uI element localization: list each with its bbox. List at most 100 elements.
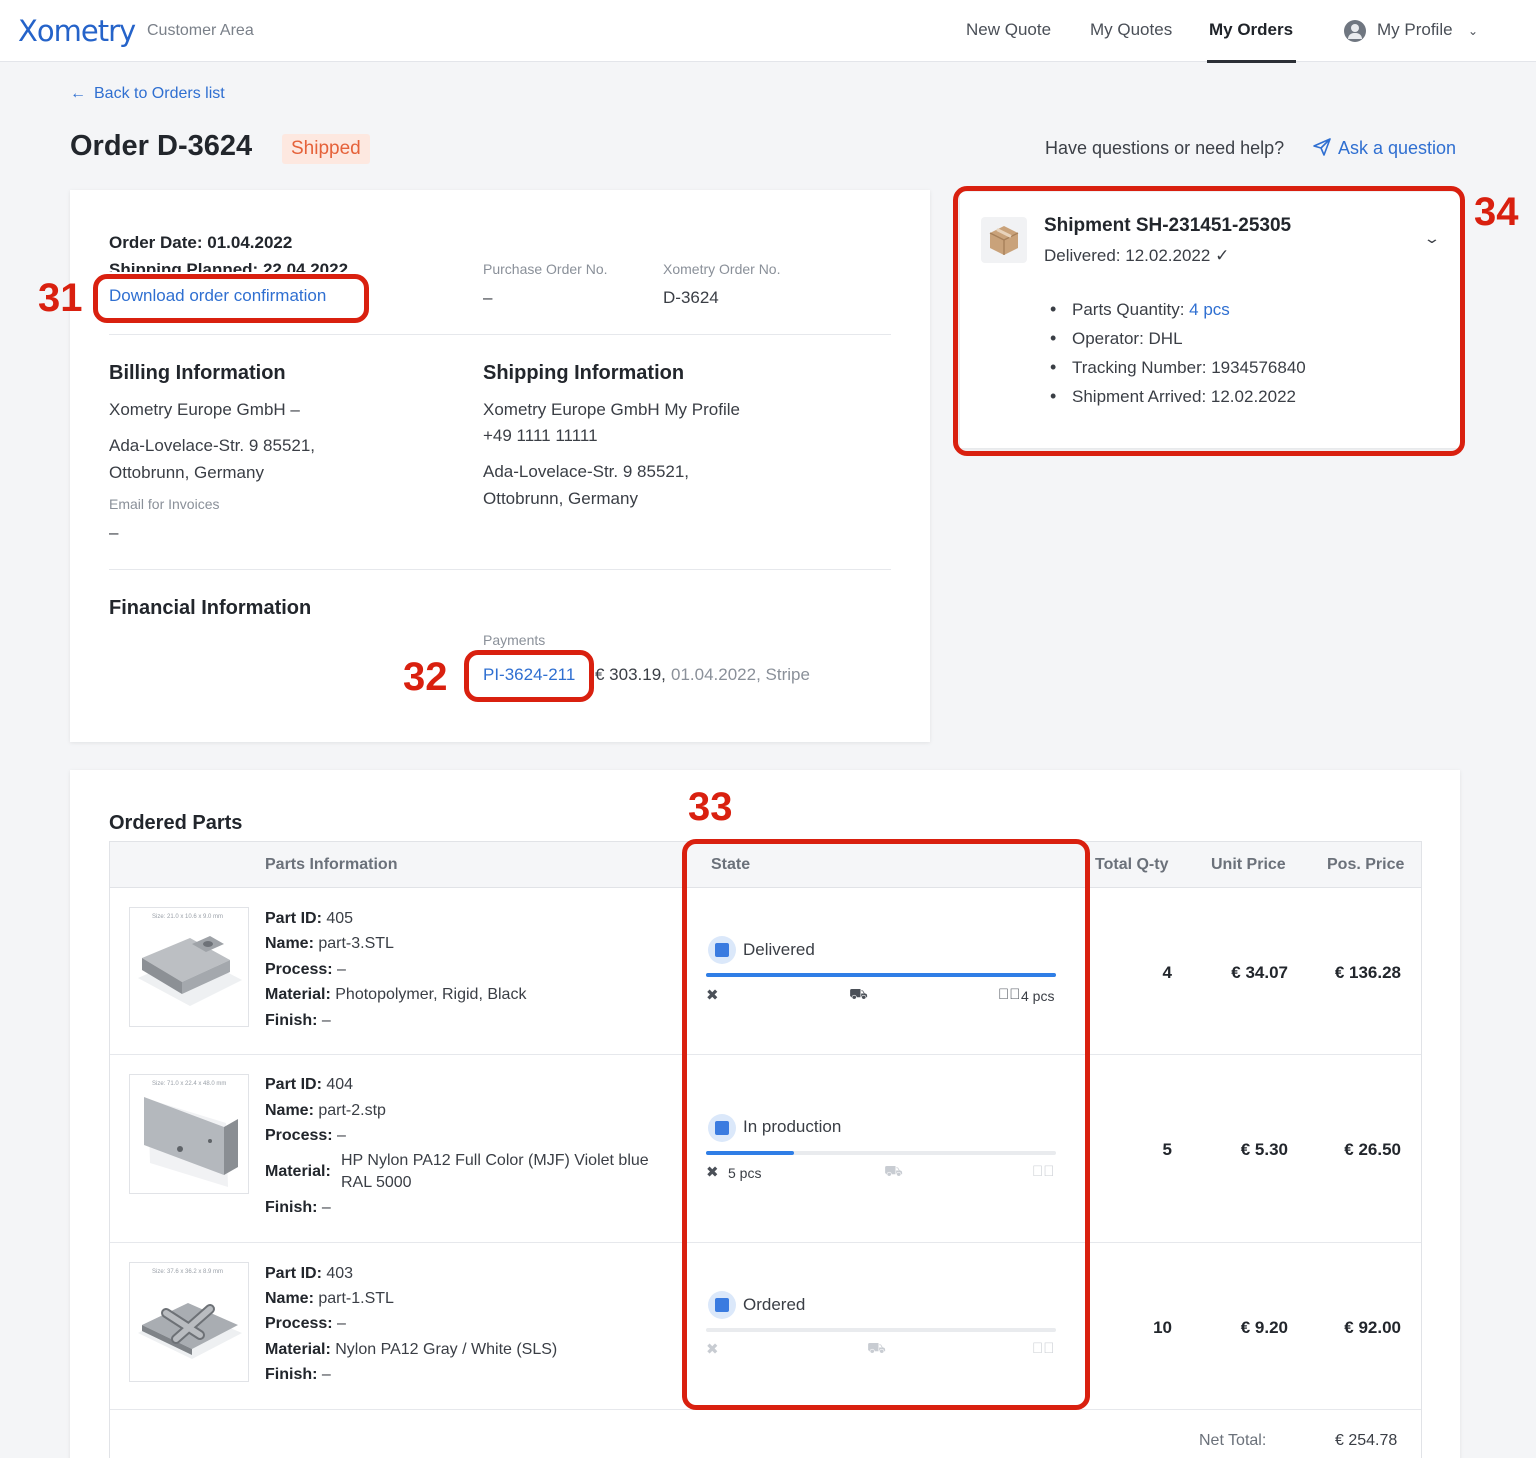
part-id-label: Part ID: (265, 1265, 322, 1282)
xometry-logo[interactable]: Xometry (18, 14, 136, 48)
th-unit-price: Unit Price (1211, 856, 1286, 873)
part-finish-label: Finish: (265, 1366, 318, 1383)
part-name-label: Name: (265, 1102, 314, 1119)
annotation-number-31: 31 (38, 276, 83, 320)
chevron-down-icon[interactable]: ⌄ (1468, 24, 1478, 38)
part-thumbnail[interactable]: Size: 71.0 x 22.4 x 48.0 mm (129, 1074, 249, 1194)
shipping-address-2: Ottobrunn, Germany (483, 489, 638, 508)
shipping-planned: Shipping Planned: 22.04.2022 (109, 260, 349, 272)
annotation-ring-31 (93, 274, 369, 323)
net-total-label: Net Total: (1199, 1432, 1267, 1449)
annotation-number-34: 34 (1474, 190, 1519, 234)
billing-company: Xometry Europe GmbH – (109, 400, 300, 419)
send-icon (1313, 138, 1331, 156)
part-process: Process: – (265, 961, 346, 979)
shipping-title: Shipping Information (483, 362, 685, 384)
annotation-ring-32 (464, 650, 594, 702)
pos-price: € 136.28 (1334, 963, 1401, 982)
part-finish: Finish: – (265, 1366, 331, 1384)
part-finish-value: – (321, 1366, 331, 1383)
unit-price: € 5.30 (1240, 1140, 1288, 1159)
divider (109, 569, 891, 570)
shipping-address-1: Ada-Lovelace-Str. 9 85521, (483, 462, 690, 481)
part-size-label: Size: 37.6 x 36.2 x 8.9 mm (152, 1269, 224, 1275)
part-material-value: Nylon PA12 Gray / White (SLS) (335, 1341, 558, 1358)
status-badge: Shipped (282, 134, 370, 164)
order-date: Order Date: 01.04.2022 (109, 233, 293, 252)
part-id-value: 405 (326, 910, 354, 927)
part-finish: Finish: – (265, 1199, 331, 1217)
annotation-ring-34 (953, 186, 1465, 456)
net-total-value: € 254.78 (1335, 1432, 1398, 1449)
pos-price: € 92.00 (1344, 1318, 1401, 1337)
ask-question-label: Ask a question (1338, 138, 1457, 158)
nav-new-quote[interactable]: New Quote (966, 20, 1051, 40)
part-id-value: 403 (326, 1265, 354, 1282)
part-size-label: Size: 71.0 x 22.4 x 48.0 mm (152, 1081, 227, 1087)
part-name-label: Name: (265, 935, 314, 952)
part-id: Part ID: 403 (265, 1265, 353, 1283)
part-process-value: – (337, 1127, 346, 1144)
back-to-orders-link[interactable]: ← Back to Orders list (70, 85, 225, 103)
part-name: Name: part-3.STL (265, 935, 394, 953)
help-text: Have questions or need help? (1045, 138, 1285, 158)
nav-my-profile[interactable]: My Profile (1377, 20, 1453, 40)
part-material: Material: Nylon PA12 Gray / White (SLS) (265, 1341, 557, 1359)
part-process: Process: – (265, 1127, 346, 1145)
part-thumbnail[interactable]: Size: 37.6 x 36.2 x 8.9 mm (129, 1262, 249, 1382)
annotation-number-33: 33 (688, 785, 733, 829)
email-invoices-value: – (109, 523, 119, 542)
nav-my-quotes[interactable]: My Quotes (1090, 20, 1172, 40)
nav-active-indicator (1207, 60, 1296, 63)
part-name-value: part-2.stp (318, 1102, 386, 1119)
user-avatar-icon[interactable] (1344, 20, 1366, 42)
annotation-number-32: 32 (403, 655, 448, 699)
part-material-label: Material: (265, 1341, 331, 1358)
part-finish-label: Finish: (265, 1012, 318, 1029)
part-process-value: – (337, 961, 346, 978)
payment-details: 01.04.2022, Stripe (671, 665, 810, 684)
part-material-label-text: Material: (265, 1163, 331, 1180)
pos-price: € 26.50 (1344, 1140, 1401, 1159)
part-id-label: Part ID: (265, 1076, 322, 1093)
total-qty: 4 (1162, 963, 1172, 982)
xometry-order-value: D-3624 (663, 288, 719, 307)
part-name: Name: part-1.STL (265, 1290, 394, 1308)
th-total-qty: Total Q-ty (1095, 856, 1169, 873)
part-name-value: part-1.STL (318, 1290, 394, 1307)
shipping-planned-clip: Shipping Planned: 22.04.2022 (109, 258, 369, 272)
part-id-value: 404 (326, 1076, 354, 1093)
part-thumbnail[interactable]: Size: 21.0 x 10.6 x 9.0 mm (129, 907, 249, 1027)
annotation-ring-33 (682, 839, 1090, 1410)
divider (109, 334, 891, 335)
billing-address-1: Ada-Lovelace-Str. 9 85521, (109, 436, 316, 455)
arrow-left-icon: ← (70, 85, 86, 102)
back-link-label: Back to Orders list (94, 85, 225, 102)
xometry-order-label: Xometry Order No. (663, 261, 781, 277)
billing-address-2: Ottobrunn, Germany (109, 463, 264, 482)
part-material-label: Material: (265, 1163, 331, 1181)
part-id: Part ID: 405 (265, 910, 353, 928)
part-process-label: Process: (265, 1127, 333, 1144)
part-process-value: – (337, 1315, 346, 1332)
po-label: Purchase Order No. (483, 261, 608, 277)
payment-amount: € 303.19, (595, 665, 666, 684)
financial-title: Financial Information (109, 597, 312, 619)
billing-title: Billing Information (109, 362, 286, 384)
part-id: Part ID: 404 (265, 1076, 353, 1094)
th-parts-info: Parts Information (265, 856, 398, 873)
nav-my-orders[interactable]: My Orders (1209, 20, 1293, 40)
part-material-line-1: HP Nylon PA12 Full Color (MJF) Violet bl… (341, 1152, 649, 1169)
part-process-label: Process: (265, 961, 333, 978)
payments-label: Payments (483, 632, 546, 648)
part-material-line-2: RAL 5000 (341, 1174, 412, 1191)
total-qty: 5 (1162, 1140, 1172, 1159)
part-finish-label: Finish: (265, 1199, 318, 1216)
part-finish-value: – (321, 1012, 331, 1029)
part-finish-value: – (321, 1199, 331, 1216)
ask-question-link[interactable]: Ask a question (1312, 137, 1456, 159)
part-name: Name: part-2.stp (265, 1102, 386, 1120)
shipping-phone: +49 1111 11111 (483, 426, 598, 445)
part-name-label: Name: (265, 1290, 314, 1307)
part-size-label: Size: 21.0 x 10.6 x 9.0 mm (152, 914, 224, 920)
